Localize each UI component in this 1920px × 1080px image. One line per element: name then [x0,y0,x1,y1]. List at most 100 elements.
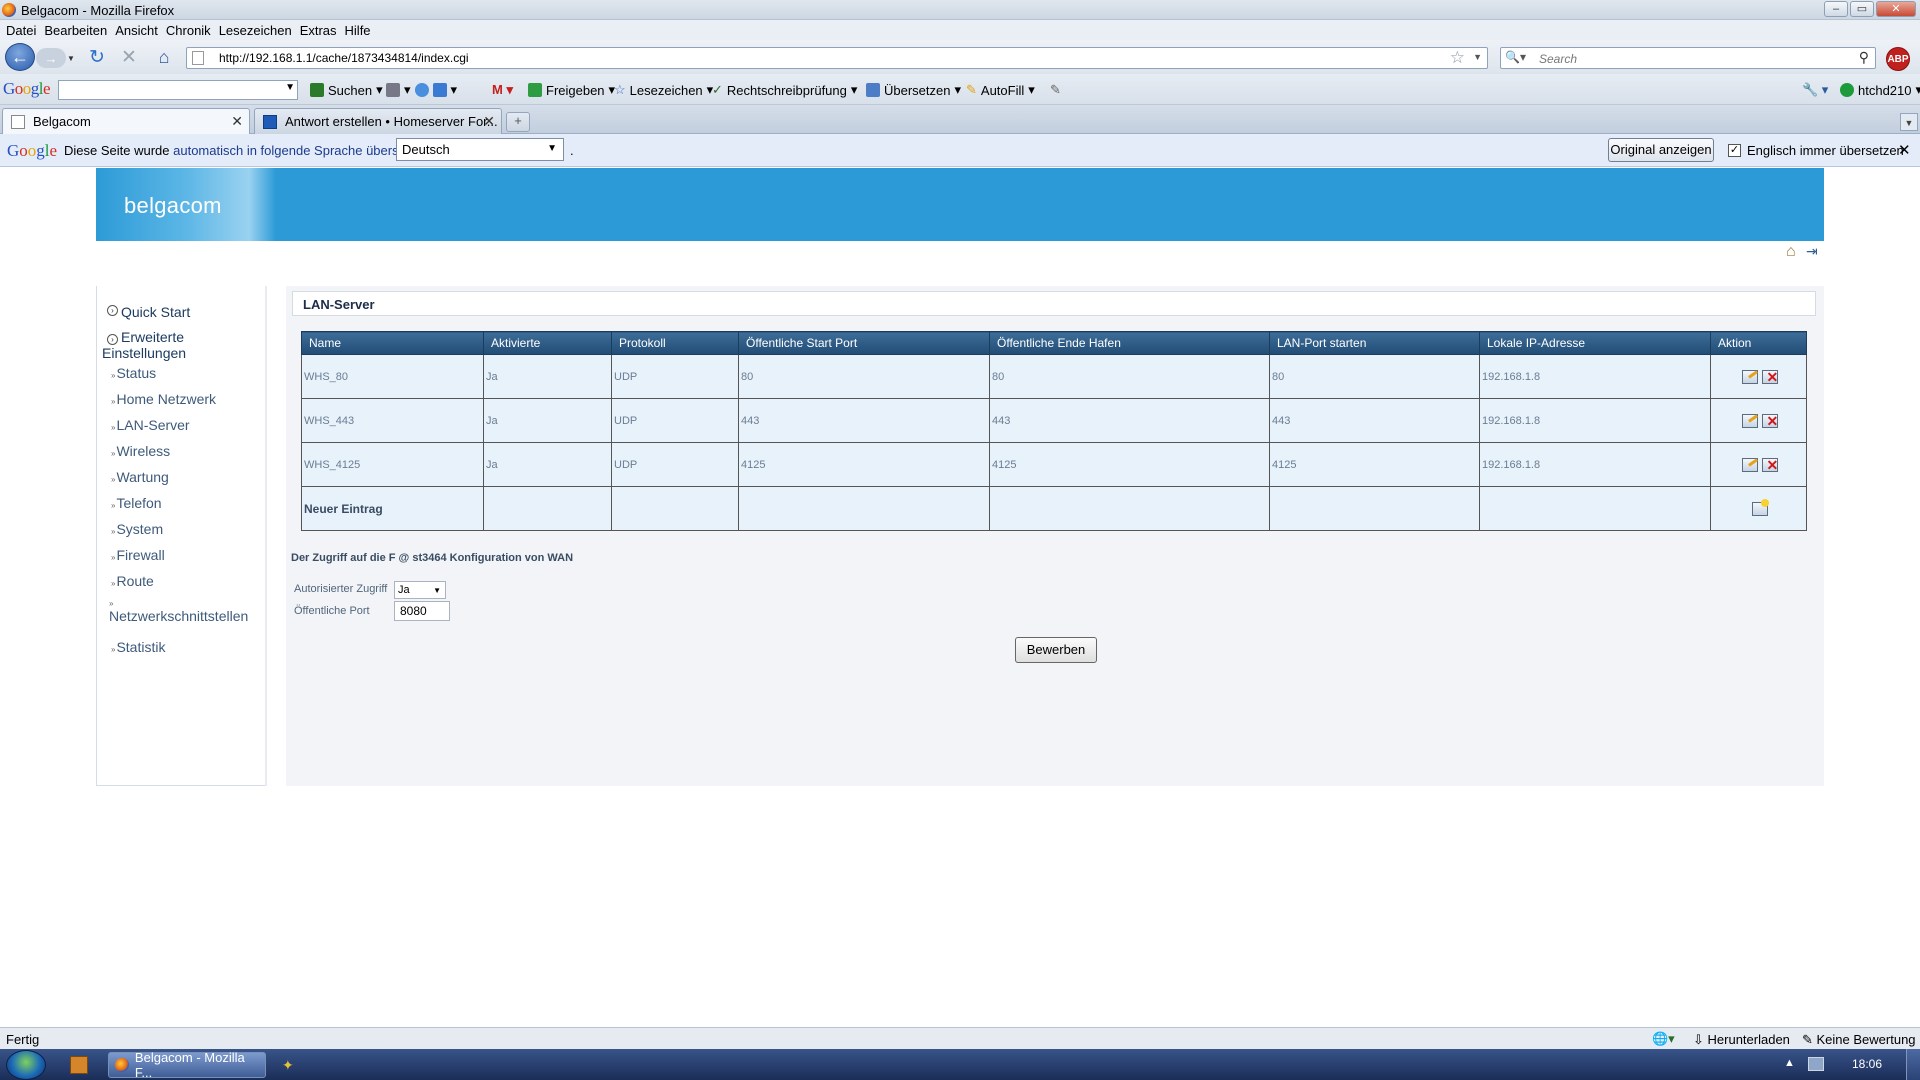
wrench-icon[interactable]: 🔧 ▾ [1802,82,1828,98]
cell-activated: Ja [483,354,612,399]
add-entry-icon[interactable] [1751,498,1769,516]
sidebar-item-telephone[interactable]: »Telefon [111,495,162,511]
delete-icon[interactable] [1761,413,1778,430]
toolbar-options-icon[interactable]: ✎ [1050,82,1061,98]
cell-public-start-port: 80 [738,354,990,399]
sidebar-item-status[interactable]: »Status [111,365,156,381]
quick-launch-icon[interactable] [70,1056,88,1074]
table-row: WHS_80 Ja UDP 80 80 80 192.168.1.8 [301,354,1807,399]
firefox-logo-icon [2,3,16,17]
forward-button[interactable]: → [36,48,66,68]
sidebar-item-lan-server[interactable]: »LAN-Server [111,417,190,433]
network-tray-icon[interactable] [1808,1057,1824,1071]
google-search-input[interactable]: ▼ [58,80,298,100]
status-text: Fertig [6,1032,40,1047]
menu-ansicht[interactable]: Ansicht [115,23,158,38]
sidebar-item-wireless[interactable]: »Wireless [111,443,170,459]
home-icon[interactable]: ⌂ [1786,243,1796,261]
home-button[interactable]: ⌂ [152,46,176,68]
spellcheck-button[interactable]: ✓ Rechtschreibprüfung ▾ [712,82,857,98]
tab-homeserver-forum[interactable]: Antwort erstellen • Homeserver For... ✕ [254,108,502,134]
menu-extras[interactable]: Extras [300,23,337,38]
close-tab-icon[interactable]: ✕ [231,113,243,130]
rating-status[interactable]: ✎ Keine Bewertung [1802,1032,1916,1048]
tab-belgacom[interactable]: Belgacom ✕ [2,108,250,134]
show-desktop-button[interactable] [1906,1049,1920,1080]
url-text[interactable]: http://192.168.1.1/cache/1873434814/inde… [219,51,469,65]
tray-expand-icon[interactable]: ▲ [1784,1057,1795,1069]
new-entry-label: Neuer Eintrag [301,486,484,531]
globe-icon[interactable]: 🌐▾ [1652,1031,1675,1047]
sidebar-item-quick-start[interactable]: › Quick Start [107,304,190,320]
delete-icon[interactable] [1761,457,1778,474]
menu-lesezeichen[interactable]: Lesezeichen [219,23,292,38]
url-dropdown-icon[interactable]: ▼ [1473,52,1482,62]
search-bar[interactable]: 🔍▾ Search ⚲ [1500,47,1876,69]
maximize-button[interactable]: ▭ [1850,1,1874,17]
close-translate-bar-icon[interactable]: ✕ [1898,141,1911,159]
cell-public-end-port: 4125 [989,442,1270,487]
search-engine-icon[interactable]: 🔍▾ [1505,50,1526,64]
header-banner: belgacom [96,168,1824,241]
sidebar-item-statistics[interactable]: »Statistik [111,639,165,655]
download-status[interactable]: ⇩ Herunterladen [1693,1032,1790,1048]
adblock-icon[interactable]: ABP [1886,47,1910,71]
share-button[interactable]: Freigeben ▾ [528,82,615,98]
translate-button[interactable]: Übersetzen ▾ [866,82,961,98]
apply-button[interactable]: Bewerben [1015,637,1097,663]
tab-bar: Belgacom ✕ Antwort erstellen • Homeserve… [0,105,1920,134]
cell-action [1710,486,1807,531]
cell-action [1710,354,1807,399]
show-original-button[interactable]: Original anzeigen [1608,138,1714,162]
sidebar-item-system[interactable]: »System [111,521,163,537]
translate-message: Diese Seite wurde automatisch in folgend… [64,143,424,158]
stop-button[interactable]: ✕ [118,46,140,68]
sidebar-item-home-network[interactable]: »Home Netzwerk [111,391,216,407]
bookmark-star-icon[interactable]: ☆ [1450,48,1465,68]
back-button[interactable]: ← [5,43,35,71]
tab-label: Belgacom [33,114,91,129]
sidebar-item-advanced[interactable]: › Erweiterte Einstellungen [102,329,252,361]
google-logo: Google [3,79,51,98]
start-button[interactable] [6,1050,46,1080]
search-go-icon[interactable]: ⚲ [1859,49,1869,66]
close-tab-icon[interactable]: ✕ [483,113,495,130]
main-content: LAN-Server Name Aktivierte Protokoll Öff… [286,286,1824,786]
authorized-access-select[interactable]: Ja ▼ [394,581,446,599]
always-translate-checkbox[interactable]: ✓ [1728,144,1741,157]
section-title: LAN-Server [292,291,1816,316]
gmail-icon[interactable]: M ▾ [492,82,513,98]
sidebar-item-maintenance[interactable]: »Wartung [111,469,169,485]
url-bar[interactable]: http://192.168.1.1/cache/1873434814/inde… [186,47,1488,69]
edit-icon[interactable] [1741,369,1758,384]
autofill-button[interactable]: ✎ AutoFill ▾ [966,82,1035,98]
menu-hilfe[interactable]: Hilfe [345,23,371,38]
tab-list-icon[interactable]: ▼ [1900,113,1918,131]
toolbar-tools[interactable]: ▾ ▾ [386,82,457,98]
status-dot-icon [1840,83,1854,97]
google-account-button[interactable]: htchd210 ▾ [1840,82,1920,98]
new-tab-button[interactable]: + [506,112,530,132]
minimize-button[interactable]: – [1824,1,1848,17]
bookmarks-button[interactable]: ☆ Lesezeichen ▾ [614,82,713,98]
menu-chronik[interactable]: Chronik [166,23,211,38]
history-dropdown-icon[interactable]: ▼ [66,49,76,67]
public-port-input[interactable]: 8080 [394,601,450,621]
delete-icon[interactable] [1761,369,1778,386]
tray-app-icon[interactable]: ✦ [282,1057,298,1073]
google-search-button[interactable]: Suchen ▾ [310,82,383,98]
language-select[interactable]: Deutsch ▼ [396,138,564,161]
menu-datei[interactable]: Datei [6,23,36,38]
edit-icon[interactable] [1741,413,1758,428]
search-placeholder[interactable]: Search [1539,52,1577,66]
menu-bearbeiten[interactable]: Bearbeiten [44,23,107,38]
close-window-button[interactable]: ✕ [1876,1,1916,17]
taskbar-firefox-button[interactable]: Belgacom - Mozilla F... [108,1050,266,1080]
sidebar-item-route[interactable]: »Route [111,573,154,589]
new-entry-row: Neuer Eintrag [301,486,1807,531]
sidebar-item-interfaces[interactable]: » Netzwerkschnittstellen [109,600,248,625]
logout-icon[interactable]: ⇥ [1806,243,1818,260]
reload-button[interactable]: ↻ [86,46,108,68]
sidebar-item-firewall[interactable]: »Firewall [111,547,165,563]
edit-icon[interactable] [1741,457,1758,472]
